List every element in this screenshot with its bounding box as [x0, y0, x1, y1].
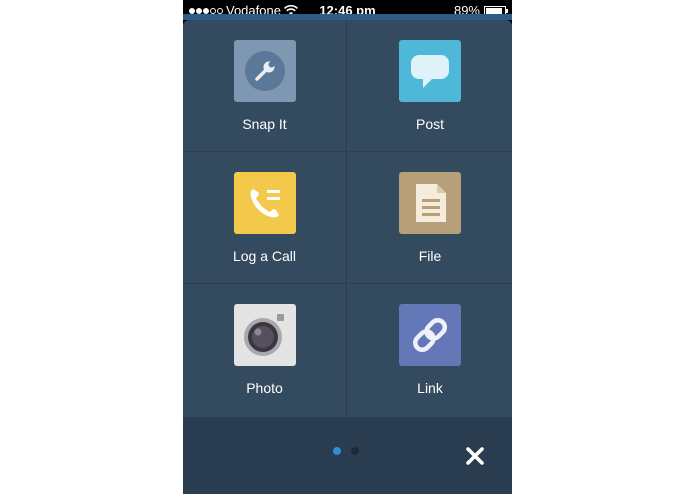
- action-post[interactable]: Post: [348, 20, 512, 152]
- wrench-icon: [233, 40, 296, 102]
- quick-action-panel: Snap It Post Log a Call File Photo Link: [183, 20, 512, 494]
- action-snap-it[interactable]: Snap It: [183, 20, 347, 152]
- page-dot[interactable]: [351, 447, 359, 455]
- action-file[interactable]: File: [348, 152, 512, 284]
- close-icon: [466, 447, 484, 465]
- action-label: Photo: [246, 380, 283, 396]
- page-dot[interactable]: [333, 447, 341, 455]
- action-label: Snap It: [242, 116, 287, 132]
- document-icon: [399, 172, 461, 234]
- action-link[interactable]: Link: [348, 284, 512, 416]
- action-label: Link: [417, 380, 443, 396]
- chain-link-icon: [399, 304, 461, 366]
- action-label: File: [418, 248, 442, 264]
- action-grid: Snap It Post Log a Call File Photo Link: [183, 20, 512, 417]
- panel-footer: [183, 417, 512, 494]
- phone-log-icon: [233, 172, 296, 234]
- action-log-a-call[interactable]: Log a Call: [183, 152, 347, 284]
- action-photo[interactable]: Photo: [183, 284, 347, 416]
- camera-icon: [233, 304, 296, 366]
- phone-screen: Vodafone 12:46 pm 89% Snap It Post Log a…: [183, 0, 512, 494]
- speech-bubble-icon: [399, 40, 461, 102]
- close-button[interactable]: [463, 444, 487, 468]
- page-indicator[interactable]: [333, 447, 359, 455]
- action-label: Log a Call: [232, 248, 297, 264]
- action-label: Post: [415, 116, 444, 132]
